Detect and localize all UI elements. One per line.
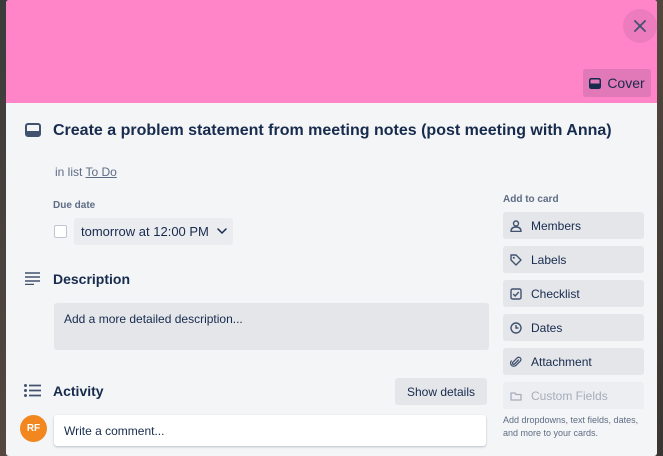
- comment-input[interactable]: Write a comment...: [54, 415, 486, 446]
- cover-button[interactable]: Cover: [583, 69, 651, 97]
- tag-icon: [510, 253, 522, 266]
- person-icon: [510, 219, 522, 232]
- avatar[interactable]: RF: [20, 415, 47, 442]
- card-cover: [6, 0, 657, 103]
- checklist-label: Checklist: [531, 286, 580, 301]
- custom-fields-button: Custom Fields: [503, 382, 644, 409]
- show-details-button[interactable]: Show details: [395, 378, 487, 405]
- close-button[interactable]: [623, 9, 657, 43]
- card-icon: [25, 123, 41, 137]
- list-link[interactable]: To Do: [85, 165, 116, 179]
- members-button[interactable]: Members: [503, 212, 644, 239]
- card-detail-modal: Cover Create a problem statement from me…: [6, 0, 657, 456]
- due-date-checkbox[interactable]: [54, 225, 67, 238]
- due-date-label: Due date: [53, 200, 96, 211]
- chevron-down-icon: [217, 228, 227, 235]
- labels-button[interactable]: Labels: [503, 246, 644, 273]
- checkbox-icon: [510, 287, 522, 300]
- list-breadcrumb: in list To Do: [55, 165, 117, 179]
- activity-heading: Activity: [53, 383, 104, 399]
- dates-label: Dates: [531, 320, 563, 335]
- attachment-label: Attachment: [531, 354, 592, 369]
- labels-label: Labels: [531, 252, 567, 267]
- card-title[interactable]: Create a problem statement from meeting …: [53, 120, 613, 141]
- close-icon: [634, 20, 646, 32]
- description-heading: Description: [53, 271, 131, 287]
- description-icon: [25, 272, 40, 285]
- checklist-button[interactable]: Checklist: [503, 280, 644, 307]
- paperclip-icon: [510, 356, 522, 367]
- add-to-card-heading: Add to card: [503, 194, 559, 205]
- cover-button-label: Cover: [607, 75, 645, 91]
- description-input[interactable]: Add a more detailed description...: [54, 303, 489, 350]
- custom-fields-hint: Add dropdowns, text fields, dates, and m…: [503, 415, 639, 438]
- custom-fields-label: Custom Fields: [531, 388, 608, 403]
- clock-icon: [510, 321, 522, 334]
- dates-button[interactable]: Dates: [503, 314, 644, 341]
- custom-fields-icon: [510, 391, 522, 401]
- list-prefix: in list: [55, 165, 83, 179]
- due-date-button[interactable]: tomorrow at 12:00 PM: [74, 218, 233, 245]
- cover-icon: [589, 77, 602, 89]
- attachment-button[interactable]: Attachment: [503, 348, 644, 375]
- activity-icon: [24, 384, 41, 397]
- members-label: Members: [531, 218, 582, 233]
- due-date-value: tomorrow at 12:00 PM: [81, 224, 209, 239]
